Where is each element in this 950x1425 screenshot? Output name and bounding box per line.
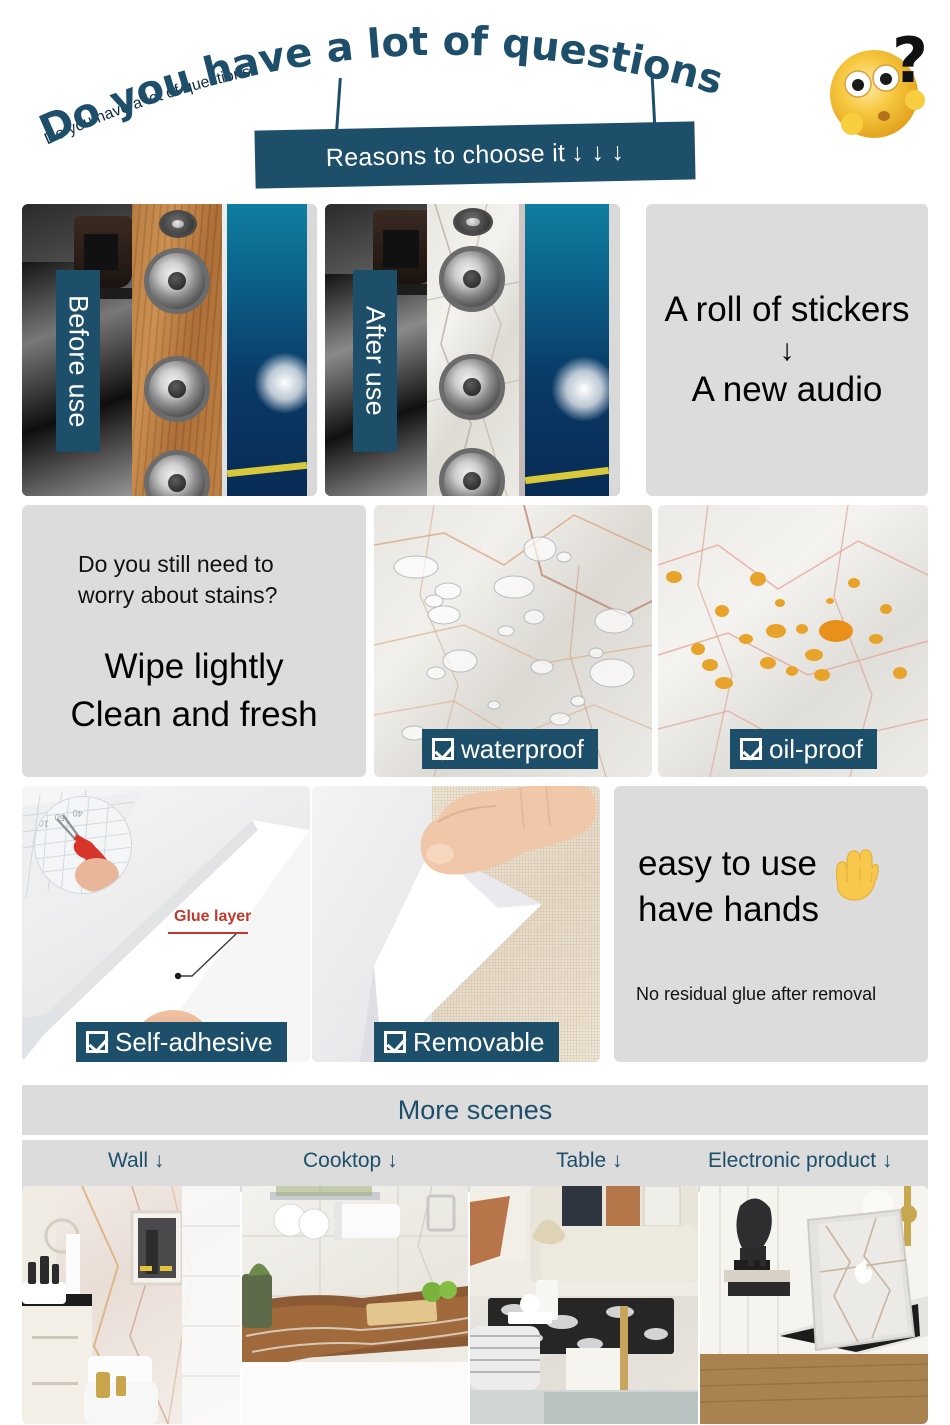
glue-layer-label: Glue layer (174, 908, 252, 925)
scene-label-wall: Wall ↓ (108, 1149, 164, 1173)
removable-badge-label: Removable (413, 1026, 545, 1057)
scene-label-wall-text: Wall (108, 1149, 149, 1172)
question-mark-icon: ? (892, 24, 928, 97)
check-icon (384, 1031, 406, 1053)
header: Do you have a lot of questions Do you ha… (0, 0, 950, 196)
hand-illustration (420, 786, 597, 875)
no-residual-glue-note: No residual glue after removal (636, 984, 877, 1004)
removable-image: Removable (312, 786, 600, 1062)
scene-arrow-icon: ↓ (881, 1149, 893, 1172)
after-use-image: After use (325, 204, 620, 496)
arched-headline-shadow: Do you have a lot of questions (42, 63, 252, 148)
after-use-tag-label: After use (360, 306, 391, 416)
scene-image-electronic-product (700, 1186, 928, 1424)
banner-stem-left (335, 77, 342, 131)
scene-arrow-icon: ↓ (387, 1149, 398, 1172)
scissors-zoom-circle: 10 50 40 (34, 796, 132, 894)
scene-image-table (470, 1186, 698, 1424)
more-scenes-title-label: More scenes (397, 1094, 553, 1125)
self-adhesive-badge-label: Self-adhesive (115, 1026, 273, 1057)
self-adhesive-image: 10 50 40 Glue layer Self-adhesive (22, 786, 310, 1062)
scene-label-electronic-product: Electronic product ↓ (708, 1149, 892, 1173)
after-use-tag: After use (353, 270, 397, 452)
reasons-banner-arrows: ↓ ↓ ↓ (570, 137, 625, 167)
dandelion-artwork (227, 204, 307, 496)
scene-arrow-icon: ↓ (612, 1149, 623, 1172)
reasons-banner: Reasons to choose it ↓ ↓ ↓ (254, 121, 696, 189)
glue-layer-leader-line (174, 933, 237, 980)
waterproof-badge: waterproof (422, 729, 598, 769)
scene-label-cooktop-text: Cooktop (303, 1149, 382, 1172)
scene-image-cooktop (242, 1186, 468, 1424)
more-scenes-title: More scenes (22, 1085, 928, 1135)
easy-to-use-panel: easy to use have hands No residual glue … (614, 786, 928, 1062)
check-icon (740, 738, 762, 760)
check-icon (86, 1031, 108, 1053)
scene-label-electronic-product-text: Electronic product (708, 1149, 877, 1172)
scene-label-table-text: Table (556, 1149, 607, 1172)
clean-and-fresh-text: Clean and fresh (70, 695, 318, 735)
stains-question-line1: Do you still need to (78, 551, 274, 577)
scene-label-cooktop: Cooktop ↓ (303, 1149, 398, 1173)
dandelion-artwork (525, 204, 609, 496)
before-use-tag: Before use (56, 270, 100, 452)
before-use-image: Before use (22, 204, 317, 496)
self-adhesive-badge: Self-adhesive (76, 1022, 287, 1062)
stains-text-panel: Do you still need to worry about stains?… (22, 505, 366, 777)
waterproof-badge-label: waterproof (461, 733, 584, 764)
svg-text:Do you have a lot of questions: Do you have a lot of questions (42, 63, 252, 148)
removable-badge: Removable (374, 1022, 559, 1062)
svg-text:10: 10 (38, 818, 49, 829)
roll-of-stickers-subline: A new audio (691, 369, 883, 409)
stains-question-line2: worry about stains? (78, 582, 278, 609)
oilproof-image: oil-proof (658, 505, 928, 777)
easy-to-use-line2: have hands (638, 890, 819, 930)
oilproof-badge: oil-proof (730, 729, 877, 769)
waterproof-image: waterproof (374, 505, 652, 777)
easy-to-use-line1: easy to use (638, 844, 817, 883)
oilproof-badge-label: oil-proof (769, 733, 863, 764)
product-infographic: Do you have a lot of questions Do you ha… (0, 0, 950, 1425)
raised-hand-emoji (835, 849, 879, 901)
roll-of-stickers-headline: A roll of stickers (664, 290, 910, 330)
roll-of-stickers-arrow-icon: ↓ (779, 333, 795, 367)
scene-image-wall (22, 1186, 240, 1424)
wipe-lightly-text: Wipe lightly (104, 647, 284, 686)
before-use-tag-label: Before use (63, 294, 94, 428)
svg-text:40: 40 (72, 808, 83, 819)
scene-label-table: Table ↓ (556, 1149, 623, 1173)
roll-of-stickers-panel: A roll of stickers ↓ A new audio (646, 204, 928, 496)
reasons-banner-label: Reasons to choose it (325, 138, 566, 172)
check-icon (432, 738, 454, 760)
scene-labels-bar: Wall ↓ Cooktop ↓ Table ↓ Electronic prod… (22, 1140, 928, 1192)
scene-arrow-icon: ↓ (153, 1149, 165, 1172)
